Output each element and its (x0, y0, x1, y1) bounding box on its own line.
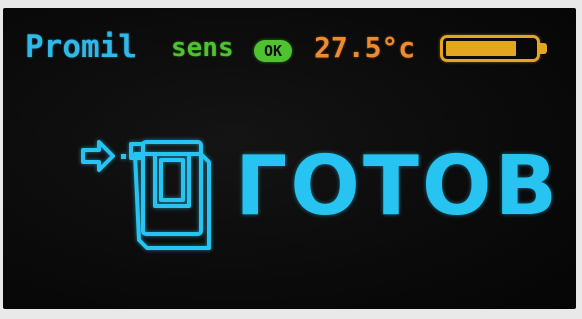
sensor-ok-badge: OK (254, 40, 292, 62)
arrow-icon (81, 140, 115, 172)
device-name: Promil (25, 29, 137, 65)
breathalyzer-arrow-icon (81, 140, 211, 250)
oled-screen: Promil sens OK 27.5°c ГОТОВ (3, 8, 576, 309)
device-frame: Promil sens OK 27.5°c ГОТОВ (0, 0, 582, 319)
battery-fill (446, 41, 516, 56)
status-bar: Promil sens OK 27.5°c (3, 8, 576, 88)
status-text: ГОТОВ (235, 139, 561, 234)
main-area: ГОТОВ (3, 98, 576, 298)
sensor-status: OK (263, 42, 283, 60)
battery-icon (440, 35, 547, 68)
battery-cap (540, 43, 547, 54)
temperature-readout: 27.5°c (314, 31, 416, 64)
sensor-label: sens (171, 33, 234, 63)
